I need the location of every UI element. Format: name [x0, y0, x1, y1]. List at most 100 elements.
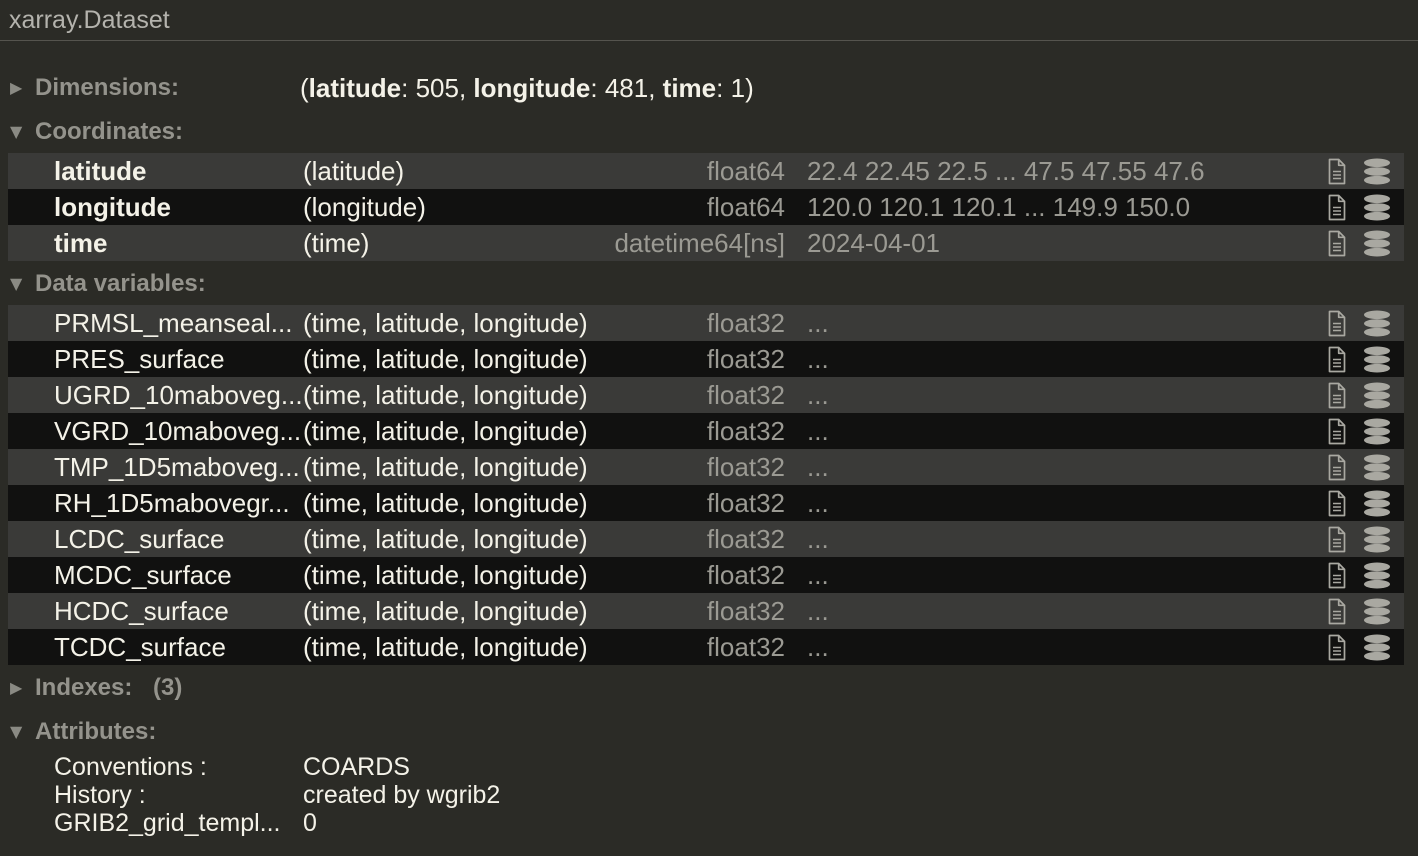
document-icon[interactable] [1326, 418, 1350, 445]
variable-preview: ... [807, 451, 829, 482]
variable-preview: ... [807, 343, 829, 374]
database-icon[interactable] [1362, 346, 1392, 373]
document-icon[interactable] [1326, 598, 1350, 625]
attribute-key: History : [54, 781, 146, 809]
dataset-title: xarray.Dataset [9, 5, 170, 34]
coordinate-row: time (time) datetime64[ns] 2024-04-01 [8, 225, 1404, 261]
dataset-header: xarray.Dataset [0, 0, 1418, 41]
coordinate-row: latitude (latitude) float64 22.4 22.45 2… [8, 153, 1404, 189]
attribute-row: Conventions : COARDS [8, 753, 1418, 781]
database-icon[interactable] [1362, 418, 1392, 445]
indexes-count: (3) [153, 674, 183, 701]
database-icon[interactable] [1362, 194, 1392, 221]
variable-dims: (time, latitude, longitude) [303, 379, 588, 410]
section-coordinates-header[interactable]: ▼ Coordinates: [0, 117, 1418, 147]
data-variable-row: RH_1D5mabovegr... (time, latitude, longi… [8, 485, 1404, 521]
database-icon[interactable] [1362, 634, 1392, 661]
chevron-right-icon: ▶ [10, 678, 23, 697]
variable-name: latitude [54, 155, 147, 186]
data-variables-list: PRMSL_meanseal... (time, latitude, longi… [8, 305, 1404, 665]
data-variable-row: MCDC_surface (time, latitude, longitude)… [8, 557, 1404, 593]
variable-dims: (time, latitude, longitude) [303, 415, 588, 446]
document-icon[interactable] [1326, 490, 1350, 517]
database-icon[interactable] [1362, 230, 1392, 257]
section-indexes-label: Indexes: [35, 674, 133, 701]
variable-preview: ... [807, 595, 829, 626]
variable-dims: (time) [303, 227, 370, 258]
chevron-down-icon: ▼ [10, 122, 23, 141]
attributes-list: Conventions : COARDS History : created b… [8, 753, 1418, 837]
document-icon[interactable] [1326, 310, 1350, 337]
variable-name: TCDC_surface [54, 631, 226, 662]
data-variable-row: TCDC_surface (time, latitude, longitude)… [8, 629, 1404, 665]
document-icon[interactable] [1326, 562, 1350, 589]
variable-preview: ... [807, 631, 829, 662]
data-variable-row: PRMSL_meanseal... (time, latitude, longi… [8, 305, 1404, 341]
variable-name: time [54, 227, 108, 258]
variable-preview: 120.0 120.1 120.1 ... 149.9 150.0 [807, 191, 1191, 222]
attribute-key: GRIB2_grid_templ... [54, 809, 281, 837]
section-attributes-header[interactable]: ▼ Attributes: [0, 717, 1418, 747]
variable-dims: (time, latitude, longitude) [303, 523, 588, 554]
variable-preview: 2024-04-01 [807, 227, 940, 258]
coordinate-row: longitude (longitude) float64 120.0 120.… [8, 189, 1404, 225]
data-variable-row: PRES_surface (time, latitude, longitude)… [8, 341, 1404, 377]
attribute-value: COARDS [303, 753, 410, 781]
database-icon[interactable] [1362, 526, 1392, 553]
variable-dtype: float64 [706, 155, 785, 186]
document-icon[interactable] [1326, 526, 1350, 553]
document-icon[interactable] [1326, 346, 1350, 373]
database-icon[interactable] [1362, 562, 1392, 589]
database-icon[interactable] [1362, 310, 1392, 337]
variable-dtype: float32 [706, 343, 785, 374]
document-icon[interactable] [1326, 230, 1350, 257]
variable-dims: (time, latitude, longitude) [303, 487, 588, 518]
variable-name: PRMSL_meanseal... [54, 307, 293, 338]
section-indexes-header[interactable]: ▶ Indexes: (3) [0, 673, 1418, 703]
attribute-row: History : created by wgrib2 [8, 781, 1418, 809]
variable-preview: 22.4 22.45 22.5 ... 47.5 47.55 47.6 [807, 155, 1205, 186]
variable-dtype: float32 [706, 415, 785, 446]
variable-dtype: float32 [706, 451, 785, 482]
database-icon[interactable] [1362, 382, 1392, 409]
chevron-right-icon: ▶ [10, 78, 23, 97]
chevron-down-icon: ▼ [10, 722, 23, 741]
section-data-variables-label: Data variables: [35, 270, 206, 297]
document-icon[interactable] [1326, 454, 1350, 481]
variable-dtype: float32 [706, 559, 785, 590]
attribute-key: Conventions : [54, 753, 207, 781]
document-icon[interactable] [1326, 382, 1350, 409]
variable-dtype: float64 [706, 191, 785, 222]
section-dimensions-header[interactable]: ▶ Dimensions: (latitude: 505, longitude:… [0, 73, 1418, 103]
variable-name: RH_1D5mabovegr... [54, 487, 290, 518]
variable-dims: (time, latitude, longitude) [303, 343, 588, 374]
dimensions-summary: (latitude: 505, longitude: 481, time: 1) [300, 73, 754, 103]
attribute-value: 0 [303, 809, 317, 837]
variable-preview: ... [807, 523, 829, 554]
variable-dims: (time, latitude, longitude) [303, 307, 588, 338]
variable-name: TMP_1D5maboveg... [54, 451, 300, 482]
variable-name: LCDC_surface [54, 523, 225, 554]
data-variable-row: TMP_1D5maboveg... (time, latitude, longi… [8, 449, 1404, 485]
variable-preview: ... [807, 487, 829, 518]
variable-preview: ... [807, 415, 829, 446]
database-icon[interactable] [1362, 158, 1392, 185]
document-icon[interactable] [1326, 158, 1350, 185]
chevron-down-icon: ▼ [10, 274, 23, 293]
variable-dtype: float32 [706, 595, 785, 626]
data-variable-row: LCDC_surface (time, latitude, longitude)… [8, 521, 1404, 557]
data-variable-row: VGRD_10maboveg... (time, latitude, longi… [8, 413, 1404, 449]
variable-preview: ... [807, 379, 829, 410]
database-icon[interactable] [1362, 490, 1392, 517]
variable-dims: (time, latitude, longitude) [303, 595, 588, 626]
database-icon[interactable] [1362, 598, 1392, 625]
variable-preview: ... [807, 559, 829, 590]
section-data-variables-header[interactable]: ▼ Data variables: [0, 269, 1418, 299]
section-attributes-label: Attributes: [35, 718, 157, 745]
section-coordinates-label: Coordinates: [35, 118, 184, 145]
document-icon[interactable] [1326, 634, 1350, 661]
document-icon[interactable] [1326, 194, 1350, 221]
variable-dims: (latitude) [303, 155, 405, 186]
database-icon[interactable] [1362, 454, 1392, 481]
variable-dims: (time, latitude, longitude) [303, 631, 588, 662]
